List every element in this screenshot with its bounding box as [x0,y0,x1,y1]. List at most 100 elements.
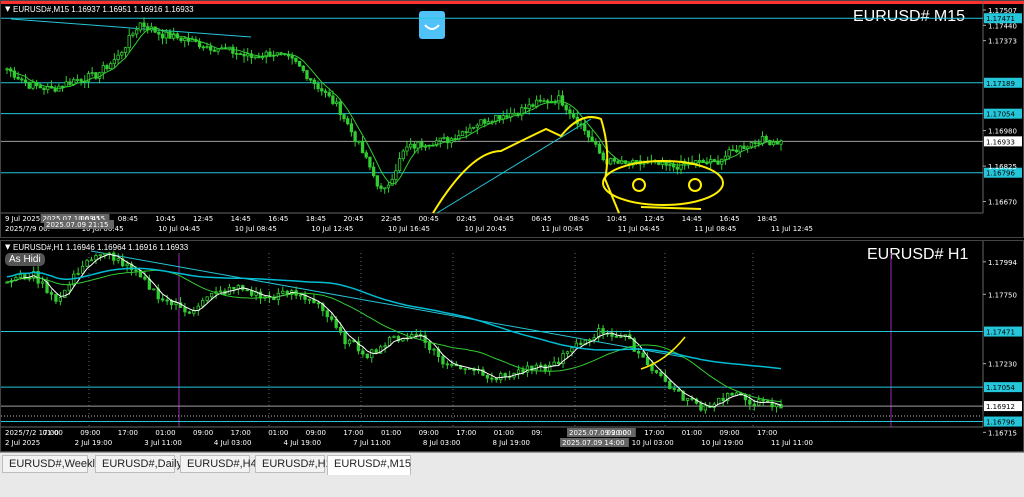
time-label: 09: [531,429,542,437]
candle [112,252,116,261]
candle [612,158,616,162]
tab-h4[interactable]: EURUSD#,H4 [180,455,257,473]
candle [260,56,265,59]
candle [364,152,368,158]
chart-m15[interactable]: ▼ EURUSD#,M15 1.16937 1.16951 1.16916 1.… [0,0,1024,238]
candle [116,258,120,261]
candle [586,130,591,138]
candle [305,70,309,80]
candle [16,76,20,80]
candle [414,334,418,336]
candle [383,345,387,348]
candle [183,307,187,313]
date-label: 10 Jul 03:00 [632,439,674,447]
candle [512,112,517,115]
candle [58,297,63,302]
candle [441,356,445,365]
price-chart-h1[interactable]: 1.17471 1.17054 1.16912 1.16796 1.17994 1.177… [1,241,1023,451]
time-label: 22:45 [381,215,401,223]
candle [205,46,209,48]
candle [238,53,242,56]
candle [338,327,343,333]
candle [531,104,535,107]
tab-daily[interactable]: EURUSD#,Daily [95,455,182,473]
candle [690,397,694,400]
candle [375,175,379,187]
tab-weekly[interactable]: EURUSD#,Weekly [2,455,101,473]
candle [757,142,761,145]
candle [120,52,124,56]
candle [127,34,131,49]
candle [90,72,94,74]
candle [209,292,214,298]
candle [697,159,702,162]
candle [450,363,454,366]
date-label: 10 Jul 19:00 [701,439,743,447]
candle [386,184,391,189]
candle [309,78,313,81]
candle [420,141,424,147]
candle [672,388,676,390]
candle [523,107,528,110]
price-chart-m15[interactable]: 1.174711.171891.170541.169331.167961.175… [1,1,1023,237]
candle [475,124,479,128]
candle [72,79,76,85]
candle [142,22,146,28]
candle [250,290,254,296]
candle [246,53,250,57]
candle [85,259,89,267]
candle [571,113,576,118]
date-label: 2025.07.09 14:00 [562,439,624,447]
candle [64,81,68,88]
candle [190,39,194,42]
candle [608,158,613,165]
time-label: 17:00 [343,429,363,437]
candle [368,156,372,168]
candle [18,274,22,278]
candle [298,294,303,297]
candle [723,155,728,160]
price-tag-label: 1.17054 [986,111,1015,119]
candle [468,127,472,134]
tab-h1[interactable]: EURUSD#,H1 [255,455,332,473]
candle [183,38,187,41]
candle [201,46,205,49]
candle [212,49,217,52]
chart-h1[interactable]: ▼ EURUSD#,H1 1.16946 1.16964 1.16916 1.1… [0,240,1024,452]
candle [60,85,65,88]
candle [775,141,779,145]
candle [179,37,183,41]
candle [427,342,432,350]
time-label: 18:45 [757,215,777,223]
candle [357,140,361,143]
candle [394,170,398,180]
candle [334,101,339,104]
candle [109,63,113,70]
candle [383,187,387,190]
time-label: 08:45 [569,215,589,223]
candle [152,288,156,291]
candle [760,136,765,145]
time-label: 09:00 [306,429,326,437]
candle [432,348,436,351]
time-label: 17:00 [456,429,476,437]
candle [583,123,587,132]
candle [749,142,754,148]
candle [320,88,324,92]
tab-m15[interactable]: EURUSD#,M15 [327,455,411,475]
candle [560,95,565,106]
time-label: 12:45 [644,215,664,223]
date-label: 11 Jul 12:45 [771,225,813,233]
price-tag-label: 1.16933 [986,138,1015,146]
candle [316,83,320,90]
candle [505,115,509,118]
candle [307,298,312,301]
candle [588,339,592,342]
candle [397,158,402,172]
candle [597,143,602,154]
candle [390,179,394,186]
candle [331,95,335,104]
price-tick-label: 1.17994 [988,259,1017,267]
date-label: 2 Jul 2025 [5,439,40,447]
candle [98,254,103,257]
